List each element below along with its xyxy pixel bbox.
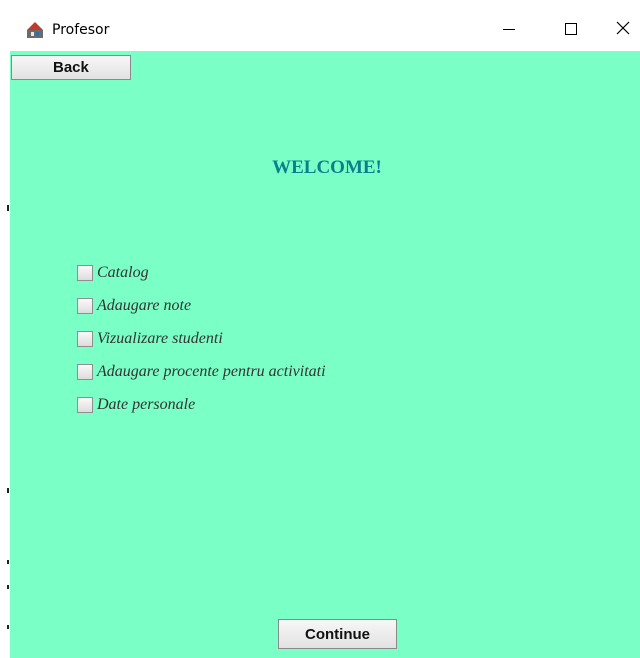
desktop-edge bbox=[0, 0, 10, 658]
welcome-heading: WELCOME! bbox=[272, 157, 382, 178]
option-vizualizare-studenti[interactable]: Vizualizare studenti bbox=[77, 322, 326, 355]
checkbox[interactable] bbox=[77, 297, 93, 314]
java-app-icon bbox=[26, 21, 44, 39]
minimize-button[interactable] bbox=[486, 10, 532, 51]
close-button[interactable] bbox=[600, 10, 640, 51]
title-bar[interactable]: Profesor bbox=[10, 10, 640, 51]
back-button[interactable]: Back bbox=[11, 55, 131, 80]
checkbox[interactable] bbox=[77, 330, 93, 347]
edge-mark bbox=[7, 488, 9, 493]
checkbox[interactable] bbox=[77, 363, 93, 380]
window-title: Profesor bbox=[52, 22, 110, 38]
checkbox[interactable] bbox=[77, 396, 93, 413]
option-label[interactable]: Adaugare procente pentru activitati bbox=[97, 363, 326, 381]
continue-button[interactable]: Continue bbox=[278, 619, 397, 649]
maximize-button[interactable] bbox=[548, 10, 594, 51]
option-label[interactable]: Adaugare note bbox=[97, 297, 191, 315]
option-adaugare-procente[interactable]: Adaugare procente pentru activitati bbox=[77, 355, 326, 388]
checkbox[interactable] bbox=[77, 264, 93, 281]
options-list: Catalog Adaugare note Vizualizare studen… bbox=[77, 256, 326, 421]
option-label[interactable]: Vizualizare studenti bbox=[97, 330, 223, 348]
option-date-personale[interactable]: Date personale bbox=[77, 388, 326, 421]
edge-mark bbox=[7, 625, 9, 629]
option-label[interactable]: Date personale bbox=[97, 396, 195, 414]
option-label[interactable]: Catalog bbox=[97, 264, 149, 282]
close-icon bbox=[616, 21, 630, 40]
edge-mark bbox=[7, 585, 9, 589]
edge-mark bbox=[7, 560, 9, 564]
option-adaugare-note[interactable]: Adaugare note bbox=[77, 289, 326, 322]
maximize-icon bbox=[565, 22, 577, 40]
app-window: Profesor Back WELCOME! Catalog Adaugare … bbox=[10, 10, 640, 658]
option-catalog[interactable]: Catalog bbox=[77, 256, 326, 289]
content-panel: Back WELCOME! Catalog Adaugare note Vizu… bbox=[10, 51, 640, 658]
edge-mark bbox=[7, 205, 9, 211]
minimize-icon bbox=[503, 22, 515, 40]
